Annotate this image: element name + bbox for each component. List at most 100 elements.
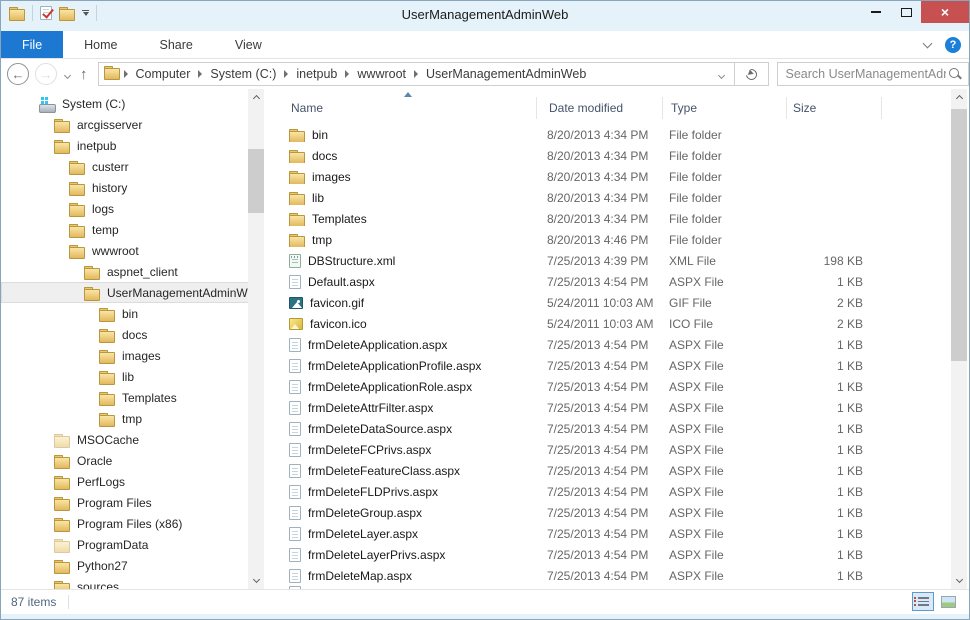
close-button[interactable]: ×: [921, 1, 969, 23]
file-date-cell: 5/24/2011 10:03 AM: [547, 317, 669, 331]
file-row[interactable]: docs 8/20/2013 4:34 PM File folder: [271, 145, 947, 166]
list-scrollbar[interactable]: [951, 89, 967, 589]
minimize-ribbon-icon[interactable]: [923, 39, 933, 49]
tree-item-icon: [99, 328, 115, 342]
breadcrumb-item[interactable]: Computer: [136, 67, 191, 81]
tree-item[interactable]: arcgisserver: [1, 114, 249, 135]
file-row[interactable]: bin 8/20/2013 4:34 PM File folder: [271, 124, 947, 145]
tree-item[interactable]: bin: [1, 303, 249, 324]
tree-item-icon: [54, 433, 70, 447]
file-name: frmDeleteAttrFilter.aspx: [308, 401, 433, 415]
tree-item[interactable]: Templates: [1, 387, 249, 408]
tree-item[interactable]: inetpub: [1, 135, 249, 156]
tree-item[interactable]: lib: [1, 366, 249, 387]
tree-item[interactable]: Python27: [1, 555, 249, 576]
tree-item[interactable]: Program Files: [1, 492, 249, 513]
tree-item[interactable]: ProgramData: [1, 534, 249, 555]
breadcrumb-item[interactable]: wwwroot: [357, 67, 406, 81]
file-row[interactable]: images 8/20/2013 4:34 PM File folder: [271, 166, 947, 187]
file-row[interactable]: frmDeleteLayer.aspx 7/25/2013 4:54 PM AS…: [271, 523, 947, 544]
tree-item[interactable]: wwwroot: [1, 240, 249, 261]
minimize-button[interactable]: [861, 1, 891, 23]
tree-item-icon: [99, 307, 115, 321]
tree-item[interactable]: temp: [1, 219, 249, 240]
file-row[interactable]: favicon.gif 5/24/2011 10:03 AM GIF File …: [271, 292, 947, 313]
column-header-date-modified[interactable]: Date modified: [537, 97, 663, 119]
file-row[interactable]: frmDeleteLayerPrivs.aspx 7/25/2013 4:54 …: [271, 544, 947, 565]
tree-item-icon: [99, 391, 115, 405]
tree-item[interactable]: System (C:): [1, 93, 249, 114]
breadcrumb-separator-icon: [284, 70, 288, 78]
tree-item-label: Templates: [122, 391, 177, 405]
file-type-cell: ASPX File: [669, 464, 789, 478]
tree-item[interactable]: Program Files (x86): [1, 513, 249, 534]
tree-item[interactable]: docs: [1, 324, 249, 345]
help-icon[interactable]: ?: [945, 37, 961, 53]
up-button[interactable]: ↑: [80, 66, 88, 83]
tree-item[interactable]: PerfLogs: [1, 471, 249, 492]
file-row[interactable]: frmDeleteAttrFilter.aspx 7/25/2013 4:54 …: [271, 397, 947, 418]
tree-item-label: PerfLogs: [77, 475, 125, 489]
file-row[interactable]: frmDeleteFeatureClass.aspx 7/25/2013 4:5…: [271, 460, 947, 481]
back-button[interactable]: ←: [7, 63, 29, 85]
tree-item[interactable]: aspnet_client: [1, 261, 249, 282]
forward-button[interactable]: →: [35, 63, 57, 85]
tree-item[interactable]: history: [1, 177, 249, 198]
thumbnail-view-button[interactable]: [937, 592, 959, 611]
file-type-icon: [289, 297, 303, 309]
file-row[interactable]: lib 8/20/2013 4:34 PM File folder: [271, 187, 947, 208]
breadcrumb[interactable]: Computer System (C:) inetpub wwwroot Use…: [98, 62, 735, 86]
list-scrollbar-thumb[interactable]: [951, 109, 967, 361]
file-row[interactable]: frmDeleteMap.aspx 7/25/2013 4:54 PM ASPX…: [271, 565, 947, 586]
file-row[interactable]: frmDeleteDataSource.aspx 7/25/2013 4:54 …: [271, 418, 947, 439]
column-header-size[interactable]: Size: [787, 97, 882, 119]
file-name-cell: bin: [271, 128, 547, 142]
breadcrumb-item[interactable]: inetpub: [296, 67, 337, 81]
maximize-button[interactable]: [891, 1, 921, 23]
file-row[interactable]: Default.aspx 7/25/2013 4:54 PM ASPX File…: [271, 271, 947, 292]
file-row[interactable]: frmDeleteFLDPrivs.aspx 7/25/2013 4:54 PM…: [271, 481, 947, 502]
tree-item[interactable]: tmp: [1, 408, 249, 429]
file-row[interactable]: frmDeleteApplication.aspx 7/25/2013 4:54…: [271, 334, 947, 355]
file-row[interactable]: DBStructure.xml 7/25/2013 4:39 PM XML Fi…: [271, 250, 947, 271]
ribbon-tab[interactable]: File: [1, 31, 63, 58]
search-input[interactable]: [778, 67, 948, 81]
ribbon-tab[interactable]: View: [214, 31, 283, 58]
tree-item[interactable]: images: [1, 345, 249, 366]
scroll-down-icon[interactable]: [248, 573, 264, 589]
file-row[interactable]: frmDeleteGroup.aspx 7/25/2013 4:54 PM AS…: [271, 502, 947, 523]
column-header-name[interactable]: Name: [271, 97, 537, 119]
scroll-up-icon[interactable]: [951, 89, 967, 105]
scroll-up-icon[interactable]: [248, 89, 264, 105]
tree-item[interactable]: sources: [1, 576, 249, 589]
file-row[interactable]: favicon.ico 5/24/2011 10:03 AM ICO File …: [271, 313, 947, 334]
ribbon-tab[interactable]: Home: [63, 31, 138, 58]
breadcrumb-item[interactable]: UserManagementAdminWeb: [426, 67, 586, 81]
breadcrumb-separator-icon: [345, 70, 349, 78]
explorer-window: UserManagementAdminWeb × File Home Share…: [0, 0, 970, 620]
file-row[interactable]: tmp 8/20/2013 4:46 PM File folder: [271, 229, 947, 250]
tree-item[interactable]: logs: [1, 198, 249, 219]
refresh-button[interactable]: [735, 62, 769, 86]
main-content: System (C:) arcgisserver inetpub: [1, 89, 969, 589]
tree-item[interactable]: MSOCache: [1, 429, 249, 450]
tree-item[interactable]: custerr: [1, 156, 249, 177]
breadcrumb-item[interactable]: System (C:): [210, 67, 276, 81]
tree-item[interactable]: UserManagementAdminWeb: [1, 282, 249, 303]
file-row[interactable]: frmDeleteApplicationRole.aspx 7/25/2013 …: [271, 376, 947, 397]
file-row[interactable]: frmDeleteFCPrivs.aspx 7/25/2013 4:54 PM …: [271, 439, 947, 460]
search-icon[interactable]: [948, 67, 962, 81]
file-row[interactable]: Templates 8/20/2013 4:34 PM File folder: [271, 208, 947, 229]
address-dropdown-icon[interactable]: [709, 65, 734, 83]
details-view-button[interactable]: [912, 592, 934, 611]
scroll-down-icon[interactable]: [951, 573, 967, 589]
tree-scrollbar[interactable]: [248, 89, 264, 589]
file-name: frmDeleteMap.aspx: [308, 569, 412, 583]
ribbon-right-controls: ?: [924, 31, 961, 59]
tree-item[interactable]: Oracle: [1, 450, 249, 471]
recent-locations-dropdown-icon[interactable]: [65, 65, 70, 83]
tree-scrollbar-thumb[interactable]: [248, 149, 264, 213]
ribbon-tab[interactable]: Share: [139, 31, 214, 58]
file-row[interactable]: frmDeleteApplicationProfile.aspx 7/25/20…: [271, 355, 947, 376]
column-header-type[interactable]: Type: [663, 97, 787, 119]
